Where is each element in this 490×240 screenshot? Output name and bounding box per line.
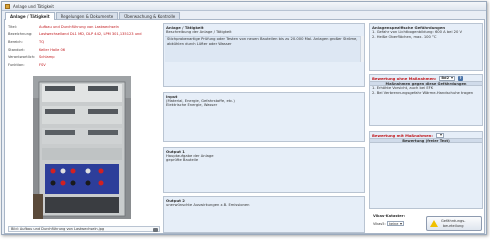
standort-value[interactable]: Keller Halle 06 [39, 48, 160, 52]
chevron-down-icon [439, 134, 442, 136]
field-row-bereich: Bereich: TQ [8, 38, 160, 46]
bewertung-ohne-dropdown[interactable]: Bd2 [439, 75, 455, 81]
funktion-value[interactable]: FSV [39, 63, 160, 67]
bewertung-mit-box: Bewertung mit Maßnahmen: Bewertung (frei… [369, 131, 483, 209]
massnahme-item[interactable]: 2. Bei Verbrennungsgefahr Wärme-Handschu… [370, 91, 482, 96]
vikas-title: Vikas-Kataster: [373, 214, 406, 218]
tab-bar: Anlage / Tätigkeit Regelungen & Dokument… [5, 12, 486, 20]
anlage-subheader: Beschreibung der Anlage / Tätigkeit [166, 29, 232, 34]
output1-text[interactable]: geprüfte Bauteile [164, 158, 364, 163]
camera-icon[interactable] [153, 227, 158, 232]
chevron-down-icon [451, 77, 453, 79]
vikas-dropdown[interactable]: keine [387, 221, 405, 226]
bewertung-ohne-value: Bd2 [441, 76, 449, 80]
gef-button-line2: beurteilung [442, 223, 464, 228]
field-row-titel: Titel: Aufbau und Durchführung von Lastw… [8, 23, 160, 31]
gefaehrdungen-box: Anlagenspezifische Gefährdungen 1. Gefah… [369, 23, 483, 71]
bezeichnung-value[interactable]: Lastwechselland DL1 MD, DLP 442, LPM 301… [39, 32, 160, 36]
photo-caption: Bild: Aufbau und Durchführung von Lastwe… [8, 226, 160, 232]
photo-caption-text: Bild: Aufbau und Durchführung von Lastwe… [11, 227, 105, 231]
gef-button-label: Gefährdungs- beurteilung [441, 219, 465, 228]
tab-content: Titel: Aufbau und Durchführung von Lastw… [4, 19, 485, 234]
bottom-controls: Vikas-Kataster: Vikas5: keine Gefährdung… [373, 214, 483, 232]
anlage-textarea[interactable]: Stichprobenartige Prüfung oder Testen vo… [165, 36, 363, 62]
output2-box: Output 2 unerwünschte Auswirkungen z.B. … [163, 196, 365, 233]
field-label: Bereich: [8, 39, 23, 44]
field-label: Bezeichnung: [8, 32, 33, 37]
gef-button-line1: Gefährdungs- [441, 219, 466, 223]
field-row-verantwortlich: Verantwortlich: Schlamp [8, 53, 160, 61]
gefaehrdung-item[interactable]: 2. Heiße Oberflächen, max. 100 °C [370, 35, 482, 40]
equipment-photo [33, 76, 131, 219]
gefaehrdungsbeurteilung-button[interactable]: Gefährdungs- beurteilung [426, 216, 482, 231]
app-icon [5, 3, 10, 9]
bewertung-mit-label: Bewertung mit Maßnahmen: [372, 132, 433, 138]
verantwortlich-value[interactable]: Schlamp [39, 55, 160, 59]
anlage-scrollbar[interactable] [360, 36, 364, 62]
titel-value[interactable]: Aufbau und Durchführung von Lastwechseln [39, 25, 160, 29]
bewertung-ohne-label: Bewertung ohne Maßnahmen: [372, 75, 437, 81]
output2-subheader: unerwünschte Auswirkungen z.B. Emissione… [166, 202, 250, 207]
window: Anlage und Tätigkeit Anlage / Tätigkeit … [1, 1, 487, 235]
anlage-text: Stichprobenartige Prüfung oder Testen vo… [167, 37, 358, 46]
equipment-photo-image [33, 76, 131, 219]
properties-panel: Titel: Aufbau und Durchführung von Lastw… [8, 23, 160, 69]
field-label: Verantwortlich: [8, 55, 36, 60]
warning-icon [430, 220, 438, 227]
tab-anlage[interactable]: Anlage / Tätigkeit [5, 12, 55, 20]
input-text[interactable]: Elektrische Energie, Wasser [164, 103, 364, 108]
output1-box: Output 1 Hauptaufgabe der Anlage geprüft… [163, 147, 365, 193]
field-label: Funktion: [8, 62, 25, 67]
field-label: Titel: [8, 24, 17, 29]
freitext-area[interactable] [370, 143, 482, 198]
anlage-box: Anlage / Tätigkeit Beschreibung der Anla… [163, 23, 365, 87]
window-title: Anlage und Tätigkeit [13, 3, 54, 9]
vikas-value: keine [389, 221, 399, 226]
field-row-standort: Standort: Keller Halle 06 [8, 46, 160, 54]
field-row-bezeichnung: Bezeichnung: Lastwechselland DL1 MD, DLP… [8, 31, 160, 39]
tab-regelungen[interactable]: Regelungen & Dokumente [55, 12, 119, 19]
bereich-value[interactable]: TQ [39, 40, 160, 44]
title-bar: Anlage und Tätigkeit [2, 2, 486, 11]
field-label: Standort: [8, 47, 25, 52]
help-button[interactable]: ? [458, 75, 463, 81]
input-box: Input (Material, Energie, Gefahrstoffe, … [163, 92, 365, 142]
field-row-funktion: Funktion: FSV [8, 61, 160, 69]
bewertung-mit-dropdown[interactable] [435, 132, 444, 138]
bewertung-ohne-box: Bewertung ohne Maßnahmen: Bd2 ? Maßnahme… [369, 74, 483, 126]
chevron-down-icon [400, 222, 403, 225]
vikas-label: Vikas5: [373, 222, 386, 226]
tab-ueberwachung[interactable]: Überwachung & Kontrolle [119, 12, 181, 19]
